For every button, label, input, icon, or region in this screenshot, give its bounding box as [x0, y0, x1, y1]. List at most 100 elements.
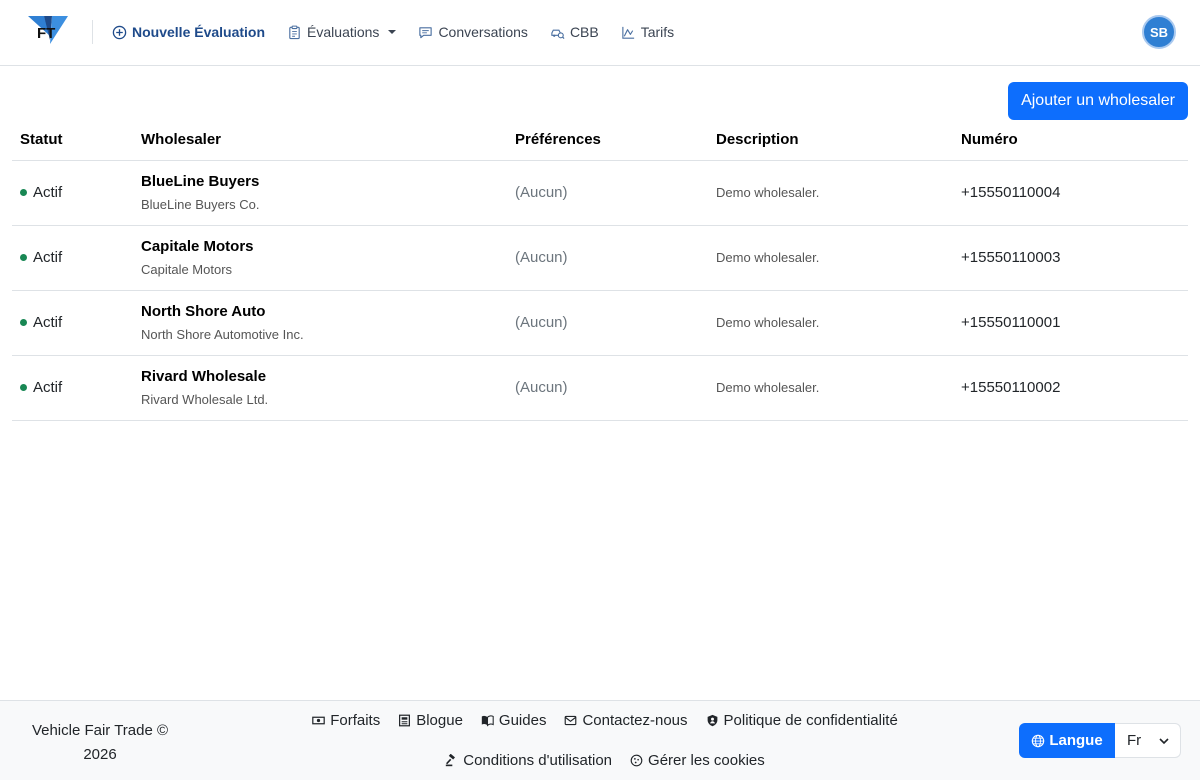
- table-row[interactable]: Actif Rivard Wholesale Rivard Wholesale L…: [12, 355, 1188, 421]
- footer-link-contact[interactable]: Contactez-nous: [564, 709, 688, 731]
- column-header-number: Numéro: [953, 120, 1188, 161]
- plus-circle-icon: [112, 25, 127, 39]
- footer-link-forfaits[interactable]: Forfaits: [312, 709, 380, 731]
- site-footer: Vehicle Fair Trade © 2026 Forfaits Blogu…: [0, 700, 1200, 780]
- nav-label: Évaluations: [307, 24, 380, 40]
- wholesaler-name[interactable]: Rivard Wholesale: [141, 368, 499, 385]
- footer-link-guides[interactable]: Guides: [481, 709, 547, 731]
- phone-number: +15550110003: [961, 248, 1061, 266]
- brand-logo[interactable]: FT: [28, 14, 68, 50]
- nav-label: Tarifs: [640, 24, 675, 40]
- top-navbar: FT Nouvelle Évaluation Évaluations Conve…: [0, 0, 1200, 66]
- status-dot-icon: [20, 319, 27, 326]
- phone-number: +15550110002: [961, 378, 1061, 396]
- language-value: Fr: [1127, 732, 1142, 749]
- status-badge: Actif: [20, 249, 125, 266]
- nav-label: CBB: [569, 24, 599, 40]
- wholesalers-table: Statut Wholesaler Préférences Descriptio…: [12, 120, 1188, 421]
- status-badge: Actif: [20, 184, 125, 201]
- column-header-status: Statut: [12, 120, 133, 161]
- preferences-value: (Aucun): [515, 313, 568, 331]
- column-header-description: Description: [708, 120, 953, 161]
- language-select[interactable]: Fr: [1115, 723, 1181, 758]
- footer-link-label: Gérer les cookies: [648, 751, 765, 769]
- shield-person-icon: [707, 714, 717, 726]
- wholesaler-name[interactable]: BlueLine Buyers: [141, 173, 499, 190]
- wholesaler-legal-name: Rivard Wholesale Ltd.: [141, 392, 269, 407]
- status-badge: Actif: [20, 314, 125, 331]
- nav-new-evaluation[interactable]: Nouvelle Évaluation: [112, 24, 265, 40]
- phone-number: +15550110001: [961, 313, 1061, 331]
- copyright-line: Vehicle Fair Trade ©: [31, 722, 169, 739]
- table-row[interactable]: Actif BlueLine Buyers BlueLine Buyers Co.…: [12, 160, 1188, 226]
- description-value: Demo wholesaler.: [716, 184, 820, 200]
- footer-link-label: Contactez-nous: [582, 711, 688, 729]
- footer-link-label: Guides: [498, 711, 547, 729]
- footer-link-label: Forfaits: [330, 711, 381, 729]
- wholesaler-legal-name: North Shore Automotive Inc.: [141, 327, 304, 342]
- clipboard-icon: [289, 25, 300, 39]
- copyright: Vehicle Fair Trade © 2026: [20, 719, 180, 767]
- main-nav: Nouvelle Évaluation Évaluations Conversa…: [112, 0, 674, 64]
- chevron-down-icon: [1159, 737, 1169, 744]
- status-text: Actif: [33, 314, 63, 331]
- footer-link-blogue[interactable]: Blogue: [398, 709, 463, 731]
- footer-link-label: Conditions d'utilisation: [463, 751, 613, 769]
- column-header-preferences: Préférences: [507, 120, 708, 161]
- copyright-year: 2026: [83, 746, 117, 763]
- nav-tarifs[interactable]: Tarifs: [621, 24, 674, 40]
- chevron-down-icon: [388, 30, 397, 34]
- cookie-icon: [630, 754, 643, 766]
- nav-label: Conversations: [438, 24, 528, 40]
- car-search-icon: [551, 29, 565, 39]
- gavel-icon: [446, 753, 456, 766]
- nav-evaluations-dropdown[interactable]: Évaluations: [287, 24, 397, 40]
- wholesaler-legal-name: Capitale Motors: [141, 262, 233, 277]
- description-value: Demo wholesaler.: [716, 314, 820, 330]
- status-text: Actif: [33, 249, 63, 266]
- table-row[interactable]: Actif Capitale Motors Capitale Motors (Au…: [12, 225, 1188, 291]
- globe-icon: [1032, 734, 1045, 747]
- preferences-value: (Aucun): [515, 248, 568, 266]
- language-switcher: Langue Fr: [1019, 723, 1181, 758]
- preferences-value: (Aucun): [515, 378, 568, 396]
- wholesaler-name[interactable]: North Shore Auto: [141, 303, 499, 320]
- book-icon: [481, 714, 494, 727]
- footer-link-cookies[interactable]: Gérer les cookies: [630, 749, 765, 771]
- status-dot-icon: [20, 384, 27, 391]
- footer-link-privacy[interactable]: Politique de confidentialité: [706, 709, 898, 731]
- table-header-row: Statut Wholesaler Préférences Descriptio…: [12, 120, 1188, 161]
- footer-link-terms[interactable]: Conditions d'utilisation: [445, 749, 612, 771]
- status-text: Actif: [33, 184, 63, 201]
- status-dot-icon: [20, 189, 27, 196]
- logo-text: FT: [37, 25, 55, 42]
- user-avatar[interactable]: SB: [1142, 15, 1176, 49]
- language-button[interactable]: Langue: [1019, 723, 1115, 758]
- description-value: Demo wholesaler.: [716, 249, 820, 265]
- status-text: Actif: [33, 379, 63, 396]
- table-row[interactable]: Actif North Shore Auto North Shore Automo…: [12, 290, 1188, 356]
- footer-link-label: Blogue: [416, 711, 463, 729]
- chart-icon: [622, 26, 634, 39]
- add-wholesaler-button[interactable]: Ajouter un wholesaler: [1008, 82, 1188, 120]
- wholesaler-legal-name: BlueLine Buyers Co.: [141, 197, 260, 212]
- newspaper-icon: [399, 714, 411, 726]
- cash-icon: [312, 716, 325, 724]
- chat-icon: [419, 26, 433, 38]
- envelope-icon: [565, 715, 577, 725]
- nav-divider: [92, 20, 93, 44]
- footer-links: Forfaits Blogue Guides Contactez-nous Po…: [285, 709, 925, 771]
- ft-logo-icon: FT: [28, 16, 68, 44]
- footer-link-label: Politique de confidentialité: [723, 711, 898, 729]
- preferences-value: (Aucun): [515, 183, 568, 201]
- phone-number: +15550110004: [961, 183, 1061, 201]
- status-dot-icon: [20, 254, 27, 261]
- nav-cbb[interactable]: CBB: [550, 24, 599, 40]
- language-label: Langue: [1049, 732, 1103, 749]
- nav-conversations[interactable]: Conversations: [418, 24, 528, 40]
- column-header-wholesaler: Wholesaler: [133, 120, 507, 161]
- status-badge: Actif: [20, 379, 125, 396]
- nav-label: Nouvelle Évaluation: [132, 24, 266, 40]
- description-value: Demo wholesaler.: [716, 379, 820, 395]
- wholesaler-name[interactable]: Capitale Motors: [141, 238, 499, 255]
